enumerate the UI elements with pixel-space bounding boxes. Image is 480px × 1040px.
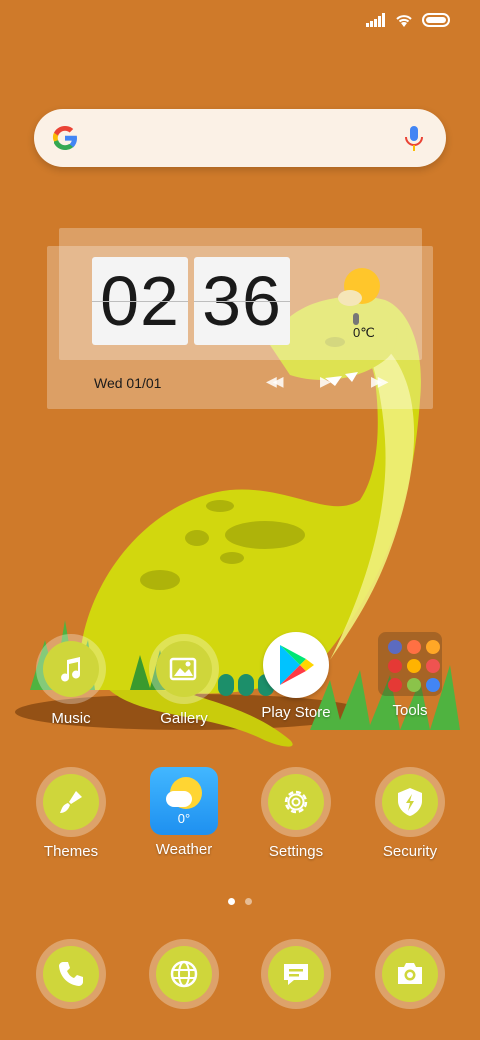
message-icon [284,964,308,985]
clock-minutes[interactable]: 36 [194,257,290,345]
app-label: Play Store [261,704,331,721]
camera-icon [398,963,422,984]
app-weather[interactable]: 0° Weather [134,767,234,858]
gear-icon [284,790,308,814]
clock-date[interactable]: Wed 01/01 [94,375,161,391]
battery-icon [422,13,450,27]
paintbrush-icon [60,791,82,813]
app-label: Tools [392,702,428,719]
weather-icon: 0° [150,767,218,835]
app-label: Music [51,710,91,727]
folder-icon [378,632,442,696]
image-icon [169,657,197,681]
dock-phone[interactable] [21,939,121,1009]
app-label: Security [382,843,438,860]
globe-icon [170,960,198,988]
page-dot-active[interactable] [228,898,235,905]
signal-icon [366,13,385,27]
weather-temperature: 0℃ [353,325,375,340]
phone-icon [59,962,83,986]
clock-hours[interactable]: 02 [92,257,188,345]
app-security[interactable]: Security [360,767,460,860]
humidity-icon [353,313,359,325]
page-dot[interactable] [245,898,252,905]
music-note-icon [61,657,81,682]
wifi-icon [396,15,412,27]
app-label: Weather [155,841,213,858]
weather-icon-temp: 0° [177,811,191,826]
app-label: Themes [43,843,99,860]
folder-tools[interactable]: Tools [360,632,460,719]
app-settings[interactable]: Settings [246,767,346,860]
status-bar [366,12,452,28]
play-icon[interactable]: ▶ [320,373,331,390]
google-logo-icon [52,126,77,150]
play-store-icon [280,645,314,685]
dock-browser[interactable] [134,939,234,1009]
dock-camera[interactable] [360,939,460,1009]
weather-sun-icon [338,268,380,306]
google-search-bar[interactable] [34,109,446,167]
next-track-icon[interactable]: ▶▶ [371,373,388,390]
page-indicator[interactable] [0,898,480,905]
dock-messages[interactable] [246,939,346,1009]
previous-track-icon[interactable]: ◀◀ [266,373,283,390]
app-label: Settings [268,843,324,860]
app-label: Gallery [160,710,208,727]
app-play-store[interactable]: Play Store [246,632,346,721]
app-themes[interactable]: Themes [21,767,121,860]
shield-icon [398,788,422,816]
app-gallery[interactable]: Gallery [134,634,234,727]
app-music[interactable]: Music [21,634,121,727]
microphone-icon[interactable] [404,124,424,154]
